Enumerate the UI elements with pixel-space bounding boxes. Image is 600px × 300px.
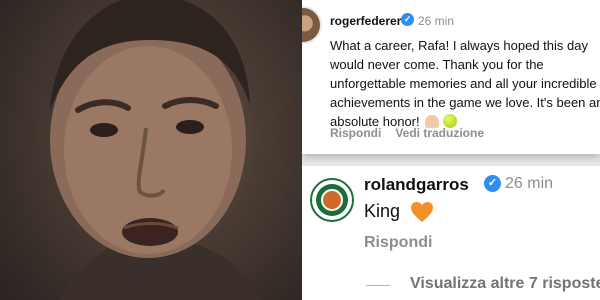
reply-button[interactable]: Rispondi xyxy=(330,126,381,140)
comment-card-rogerfederer: rogerfederer ✓ 26 min What a career, Raf… xyxy=(302,0,600,154)
comment-username[interactable]: rogerfederer xyxy=(330,14,401,28)
comment-actions: Rispondi Vedi traduzione xyxy=(330,126,484,140)
see-translation-button[interactable]: Vedi traduzione xyxy=(395,126,484,140)
orange-heart-icon xyxy=(411,202,433,222)
reply-button[interactable]: Rispondi xyxy=(364,234,432,252)
avatar-image xyxy=(302,6,322,44)
comment-time: 26 min xyxy=(505,175,554,192)
comment-body: King xyxy=(364,201,401,221)
avatar[interactable] xyxy=(310,178,354,222)
logo-center xyxy=(321,189,343,211)
post-photo xyxy=(0,0,302,300)
comments-panel: rogerfederer ✓ 26 min What a career, Raf… xyxy=(302,0,600,300)
replies-divider xyxy=(366,285,390,286)
portrait-illustration xyxy=(50,0,262,300)
comment-text: What a career, Rafa! I always hoped this… xyxy=(330,36,600,131)
verified-badge-icon: ✓ xyxy=(401,13,414,26)
avatar[interactable] xyxy=(302,6,322,44)
comment-body: What a career, Rafa! I always hoped this… xyxy=(330,38,600,129)
verified-badge-icon: ✓ xyxy=(484,175,501,192)
comment-time: 26 min xyxy=(418,14,455,28)
comment-username[interactable]: rolandgarros xyxy=(364,175,469,195)
view-more-replies-button[interactable]: Visualizza altre 7 risposte xyxy=(410,275,600,293)
